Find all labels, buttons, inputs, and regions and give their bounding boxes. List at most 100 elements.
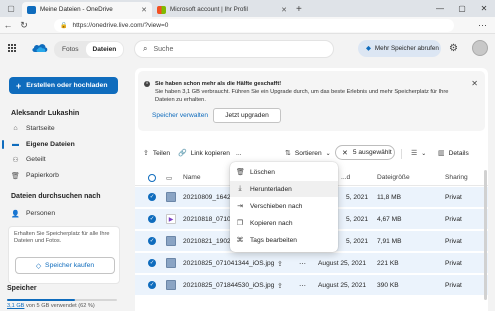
menu-item-label: Herunterladen	[250, 185, 292, 193]
row-checkbox[interactable]: ✓	[148, 281, 156, 289]
upgrade-now-button[interactable]: Jetzt upgraden	[213, 108, 281, 123]
column-size[interactable]: Dateigröße	[377, 174, 410, 181]
file-size: 7,91 MB	[377, 238, 402, 245]
share-row-icon[interactable]: ⇪	[277, 253, 283, 274]
tab-microsoft-account[interactable]: Microsoft account | Ihr Profil ✕	[152, 2, 292, 17]
storage-used-link[interactable]: 3,1 GB	[7, 303, 24, 309]
browser-menu-icon[interactable]: ⋯	[478, 20, 487, 31]
table-row[interactable]: ✓ 20210825_071041344_iOS.jpg ⇪ ⋯ August …	[135, 253, 488, 274]
download-icon: ⤓	[238, 185, 242, 192]
menu-item-copy-to[interactable]: ❐ Kopieren nach	[230, 215, 338, 231]
home-icon: ⌂	[13, 125, 18, 132]
list-view-icon: ☰	[411, 150, 418, 157]
file-size: 390 KB	[377, 282, 399, 289]
close-tab-icon[interactable]: ✕	[141, 6, 147, 14]
file-size: 11,8 MB	[377, 194, 402, 201]
shared-icon: ⚇	[12, 156, 19, 164]
buy-storage-button[interactable]: ◇ Speicher kaufen	[15, 257, 115, 274]
app-launcher-icon[interactable]	[8, 44, 16, 52]
sidebar-item-my-files[interactable]: ▬ Eigene Dateien	[11, 138, 121, 151]
tab-onedrive[interactable]: Meine Dateien - OneDrive ✕	[22, 2, 152, 17]
chevron-down-icon: ⌄	[325, 150, 331, 157]
maximize-icon[interactable]: ▢	[451, 0, 473, 17]
create-upload-button[interactable]: + Erstellen oder hochladen	[9, 77, 118, 94]
menu-item-edit-tags[interactable]: ⌘ Tags bearbeiten	[230, 232, 338, 248]
diamond-icon: ◆	[366, 45, 371, 52]
url-field[interactable]: 🔒 https://onedrive.live.com/?view=0	[54, 19, 454, 32]
column-name[interactable]: Name	[183, 174, 201, 181]
sidebar-item-recycle-bin[interactable]: 🗑 Papierkorb	[11, 169, 121, 182]
url-text: https://onedrive.live.com/?view=0	[72, 22, 169, 29]
minimize-icon[interactable]: —	[429, 0, 451, 17]
share-button[interactable]: ⇪ Teilen	[143, 147, 170, 159]
file-size: 221 KB	[377, 260, 399, 267]
row-more-icon[interactable]: ⋯	[299, 253, 306, 274]
browse-header: Dateien durchsuchen nach	[11, 193, 101, 200]
table-row[interactable]: ✓ 20210825_071844530_iOS.jpg ⇪ ⋯ August …	[135, 275, 488, 296]
share-row-icon[interactable]: ⇪	[277, 275, 283, 296]
sidebar-item-shared[interactable]: ⚇ Geteilt	[11, 153, 121, 166]
get-more-storage-button[interactable]: ◆ Mehr Speicher abrufen	[358, 40, 441, 57]
seg-files[interactable]: Dateien	[85, 42, 124, 57]
file-type-header-icon: ▭	[166, 175, 173, 182]
close-window-icon[interactable]: ✕	[473, 0, 495, 17]
search-input[interactable]: ⌕ Suche	[134, 40, 334, 58]
more-actions-button[interactable]: ...	[236, 147, 242, 159]
sidebar-item-label: Personen	[26, 210, 56, 217]
file-sharing: Privat	[445, 194, 462, 201]
new-tab-icon[interactable]: +	[296, 2, 302, 17]
row-more-icon[interactable]: ⋯	[299, 275, 306, 296]
selection-count-pill[interactable]: ✕ 5 ausgewählt	[335, 145, 395, 160]
select-all-checkbox[interactable]	[148, 174, 156, 182]
view-options-button[interactable]: ☰ ⌄	[411, 147, 426, 159]
scrollbar[interactable]	[484, 170, 487, 300]
upgrade-banner: i Sie haben schon mehr als die Hälfte ge…	[138, 71, 485, 131]
info-icon: i	[144, 81, 150, 87]
column-sharing[interactable]: Sharing	[445, 174, 468, 181]
promo-text: Erhalten Sie Speicherplatz für alle Ihre…	[14, 231, 110, 245]
onedrive-favicon	[27, 5, 36, 14]
seg-photos[interactable]: Fotos	[55, 42, 86, 57]
sidebar-item-home[interactable]: ⌂ Startseite	[11, 122, 121, 135]
clear-selection-icon[interactable]: ✕	[342, 149, 348, 157]
search-icon: ⌕	[143, 44, 148, 53]
sort-button[interactable]: ⇅ Sortieren ⌄	[285, 147, 331, 159]
menu-item-label: Verschieben nach	[250, 202, 303, 210]
window-controls: — ▢ ✕	[429, 0, 495, 17]
file-sharing: Privat	[445, 238, 462, 245]
row-checkbox[interactable]: ✓	[148, 259, 156, 267]
column-modified[interactable]: ...d	[341, 174, 350, 181]
promo-button-label: Speicher kaufen	[45, 262, 95, 269]
row-checkbox[interactable]: ✓	[148, 193, 156, 201]
row-checkbox[interactable]: ✓	[148, 237, 156, 245]
sidebar-item-people[interactable]: 👤 Personen	[11, 207, 121, 220]
selected-count: 5 ausgewählt	[352, 149, 392, 156]
storage-progress-bar	[7, 299, 117, 301]
file-modified: 5, 2021	[346, 216, 368, 223]
manage-storage-link[interactable]: Speicher verwalten	[152, 112, 208, 119]
menu-item-download[interactable]: ⤓ Herunterladen	[230, 181, 338, 197]
command-divider	[401, 149, 402, 159]
banner-body: Sie haben 3,1 GB verbraucht. Führen Sie …	[155, 89, 449, 103]
details-button[interactable]: ▥ Details	[438, 147, 469, 159]
close-tab-icon[interactable]: ✕	[281, 6, 287, 14]
menu-item-move-to[interactable]: ⇥ Verschieben nach	[230, 198, 338, 214]
close-banner-icon[interactable]: ✕	[471, 79, 478, 88]
avatar[interactable]	[472, 40, 488, 56]
sort-label: Sortieren	[294, 149, 322, 157]
onedrive-logo[interactable]	[31, 42, 48, 53]
sidebar-item-label: Startseite	[26, 125, 55, 132]
storage-used-suffix: von 5 GB verwendet (62 %)	[25, 303, 95, 309]
back-icon[interactable]: ←	[0, 20, 16, 30]
workspaces-icon[interactable]: ▢	[0, 0, 22, 17]
refresh-icon[interactable]: ↻	[16, 20, 32, 31]
row-checkbox[interactable]: ✓	[148, 215, 156, 223]
sidebar: + Erstellen oder hochladen Aleksandr Luk…	[0, 64, 126, 311]
gear-icon[interactable]: ⚙	[449, 43, 458, 54]
menu-item-delete[interactable]: 🗑 Löschen	[230, 164, 338, 180]
menu-item-label: Tags bearbeiten	[250, 236, 297, 244]
image-thumbnail-icon	[166, 236, 176, 246]
view-switcher: Fotos Dateien	[54, 41, 125, 58]
copy-link-button[interactable]: 🔗 Link kopieren	[178, 147, 230, 159]
folder-icon: ▬	[12, 141, 19, 148]
